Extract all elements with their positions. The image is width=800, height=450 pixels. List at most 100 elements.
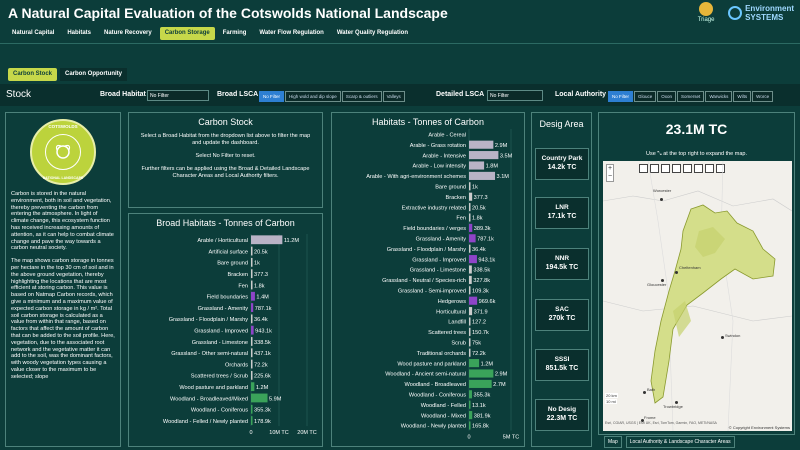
data-label: 72.2k bbox=[254, 362, 268, 368]
bar[interactable] bbox=[469, 244, 471, 253]
category-label: Woodland - Ancient semi-natural bbox=[385, 372, 466, 378]
desig-card-lnr[interactable]: LNR 17.1k TC bbox=[535, 197, 589, 229]
bar[interactable] bbox=[469, 286, 471, 295]
lsca-chip-valleys[interactable]: Valleys bbox=[382, 91, 405, 102]
bar[interactable] bbox=[251, 257, 253, 267]
bar[interactable] bbox=[251, 314, 253, 324]
bar[interactable] bbox=[469, 296, 478, 305]
desig-title: Desig Area bbox=[539, 119, 584, 129]
data-label: 20.5k bbox=[254, 249, 268, 255]
lsca-chip-high-wold[interactable]: High wold and dip slope bbox=[285, 91, 341, 102]
tab-map[interactable]: Map bbox=[604, 436, 622, 448]
nav-item-farming[interactable]: Farming bbox=[218, 27, 252, 40]
bar[interactable] bbox=[251, 280, 253, 290]
bar[interactable] bbox=[469, 327, 471, 336]
habitats-chart[interactable]: 0 5M TC Arable - Cereal Arable - Grass rota… bbox=[332, 129, 526, 446]
category-label: Bracken bbox=[445, 195, 466, 201]
bar[interactable] bbox=[469, 213, 471, 222]
bar[interactable] bbox=[251, 382, 255, 392]
nav-item-habitats[interactable]: Habitats bbox=[62, 27, 96, 40]
tab-carbon-stock[interactable]: Carbon Stock bbox=[8, 68, 58, 81]
desig-card-no-desig[interactable]: No Desig 22.3M TC bbox=[535, 399, 589, 431]
bar[interactable] bbox=[469, 140, 494, 149]
data-label: 75k bbox=[472, 340, 481, 346]
bar[interactable] bbox=[251, 359, 253, 369]
bar[interactable] bbox=[251, 370, 253, 380]
bar[interactable] bbox=[469, 275, 472, 284]
bar[interactable] bbox=[251, 303, 254, 312]
category-label: Arable - Intensive bbox=[422, 153, 466, 159]
bar[interactable] bbox=[251, 269, 253, 279]
bar[interactable] bbox=[469, 265, 472, 274]
info-text-3: Further filters can be applied using the… bbox=[141, 166, 310, 179]
bar[interactable] bbox=[469, 171, 496, 180]
category-label: Artificial surface bbox=[209, 249, 248, 255]
bar[interactable] bbox=[251, 416, 253, 425]
la-chip-oxon[interactable]: Oxon bbox=[657, 91, 677, 102]
broad-chart-title: Broad Habitats - Tonnes of Carbon bbox=[156, 218, 295, 228]
bar[interactable] bbox=[469, 338, 471, 347]
bar[interactable] bbox=[469, 151, 499, 160]
desig-card-sac[interactable]: SAC 270k TC bbox=[535, 299, 589, 331]
bar[interactable] bbox=[251, 235, 283, 245]
bar[interactable] bbox=[469, 182, 471, 191]
bar[interactable] bbox=[469, 369, 494, 378]
bar[interactable] bbox=[469, 161, 485, 170]
bar[interactable] bbox=[469, 400, 471, 409]
la-chip-glouce[interactable]: Glouce bbox=[634, 91, 657, 102]
data-label: 3.5M bbox=[500, 153, 513, 159]
category-label: Grassland - Improved bbox=[412, 257, 466, 263]
bar[interactable] bbox=[251, 348, 253, 358]
nav-item-water-quality-regulation[interactable]: Water Quality Regulation bbox=[332, 27, 413, 40]
bar[interactable] bbox=[469, 192, 473, 201]
bar[interactable] bbox=[251, 404, 253, 414]
bar[interactable] bbox=[251, 337, 253, 346]
bar[interactable] bbox=[469, 359, 480, 368]
bar[interactable] bbox=[251, 393, 268, 403]
description-panel[interactable]: COTSWOLDS NATIONAL LANDSCAPE Carbon is s… bbox=[5, 112, 121, 447]
category-label: Woodland - Coniferous bbox=[191, 408, 248, 414]
broad-habitats-chart[interactable]: 0 10M TC 20M TC Arable / Horticultural 11.2M… bbox=[129, 234, 324, 446]
lsca-chip-scarp[interactable]: Scarp & outliers bbox=[341, 91, 382, 102]
category-label: Grassland - Limestone bbox=[192, 340, 248, 346]
bar[interactable] bbox=[469, 255, 477, 264]
broad-habitat-select[interactable]: No Filter bbox=[147, 90, 209, 101]
nav-item-carbon-storage[interactable]: Carbon Storage bbox=[159, 27, 215, 40]
bar[interactable] bbox=[469, 379, 492, 388]
bar[interactable] bbox=[469, 421, 471, 430]
la-chip-warwicks[interactable]: Warwicks bbox=[705, 91, 733, 102]
tab-local-authority-lca[interactable]: Local Authority & Landscape Character Ar… bbox=[625, 436, 735, 448]
la-chip-worce[interactable]: Worce bbox=[752, 91, 774, 102]
bar[interactable] bbox=[469, 411, 473, 420]
town-cheltenham: Cheltenham bbox=[679, 265, 701, 270]
data-label: 72.2k bbox=[472, 351, 486, 357]
desig-card-nnr[interactable]: NNR 194.5k TC bbox=[535, 248, 589, 280]
bar[interactable] bbox=[469, 203, 471, 212]
bar[interactable] bbox=[251, 291, 255, 301]
bar[interactable] bbox=[469, 234, 476, 243]
la-chip-wilts[interactable]: Wilts bbox=[733, 91, 752, 102]
detailed-lsca-select[interactable]: No Filter bbox=[487, 90, 543, 101]
bar[interactable] bbox=[469, 223, 473, 232]
lsca-chip-no-filter[interactable]: No Filter bbox=[259, 91, 285, 102]
data-label: 1.4M bbox=[256, 295, 269, 301]
bar[interactable] bbox=[469, 317, 471, 326]
category-label: Fen bbox=[456, 216, 466, 222]
bar[interactable] bbox=[251, 325, 254, 335]
nav-item-natural-capital[interactable]: Natural Capital bbox=[7, 27, 59, 40]
nav-item-nature-recovery[interactable]: Nature Recovery bbox=[99, 27, 157, 40]
bar[interactable] bbox=[251, 246, 253, 256]
nav-item-water-flow-regulation[interactable]: Water Flow Regulation bbox=[254, 27, 328, 40]
data-label: 377.3 bbox=[254, 272, 268, 278]
app-title: A Natural Capital Evaluation of the Cots… bbox=[8, 5, 448, 21]
desig-card-country-park[interactable]: Country Park 14.2k TC bbox=[535, 148, 589, 180]
bar[interactable] bbox=[469, 348, 471, 357]
bar[interactable] bbox=[469, 307, 473, 316]
map-view[interactable]: + − Worcester Cheltenham Gloucester Swin… bbox=[603, 161, 792, 431]
category-label: Arable - Low intensity bbox=[413, 164, 467, 170]
bar[interactable] bbox=[469, 390, 472, 399]
desig-card-sssi[interactable]: SSSI 851.5k TC bbox=[535, 349, 589, 381]
tab-carbon-opportunity[interactable]: Carbon Opportunity bbox=[60, 68, 128, 81]
la-chip-no-filter[interactable]: No Filter bbox=[608, 91, 634, 102]
la-chip-somerset[interactable]: Somerset bbox=[677, 91, 705, 102]
